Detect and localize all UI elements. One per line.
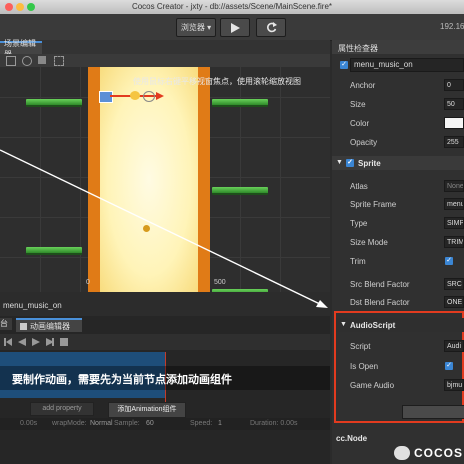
add-component-button[interactable] (402, 405, 464, 419)
node-name-input[interactable]: menu_music_on (350, 58, 464, 72)
platform-sprite[interactable] (212, 99, 268, 107)
anchor-label: Anchor (350, 81, 376, 90)
tab-animation-label: 动画编辑器 (30, 321, 70, 331)
wrapmode-label: wrapMode: (52, 420, 87, 427)
platform-sprite[interactable] (26, 247, 82, 255)
animation-icon (20, 322, 27, 330)
play-icon (231, 22, 240, 33)
color-label: Color (350, 119, 370, 128)
scene-hint: 使用鼠标右键平移视窗焦点，使用滚轮缩放视图 (133, 77, 301, 86)
tab-animation-editor[interactable]: 动画编辑器 (16, 318, 82, 332)
refresh-icon (266, 22, 277, 33)
rotate-tool-icon[interactable] (22, 56, 32, 66)
ruler-mark: 500 (214, 279, 226, 286)
animation-controls (0, 334, 330, 350)
add-property-button[interactable]: add property (30, 402, 94, 416)
scene-statusbar: menu_music_on (0, 292, 330, 316)
scene-canvas[interactable]: 0 500 (0, 67, 330, 292)
anchor-input[interactable]: 0 (444, 79, 464, 91)
platform-sprite[interactable] (26, 99, 82, 107)
selected-node-label: menu_music_on (3, 301, 62, 310)
ruler-mark: 0 (86, 279, 90, 286)
is-open-label: Is Open (350, 362, 379, 371)
size-label: Size (350, 100, 366, 109)
coin-sprite (143, 91, 155, 102)
scale-tool-icon[interactable] (38, 56, 46, 64)
watermark-text: COCOS (414, 446, 464, 460)
rect-tool-icon[interactable] (54, 56, 64, 66)
game-audio-field[interactable]: bjmu (444, 379, 464, 391)
play-button[interactable] (220, 18, 250, 37)
sprite-enabled-checkbox[interactable]: ✓ (346, 159, 354, 167)
properties-header: 属性检查器 (332, 40, 464, 54)
step-back-icon[interactable] (18, 338, 26, 346)
sprite-frame-label: Sprite Frame (350, 200, 397, 209)
chevron-down-icon[interactable]: ▼ (336, 159, 343, 166)
animation-caption-bar: 要制作动画，需要先为当前节点添加动画组件 (0, 366, 330, 390)
music-button-node[interactable] (99, 91, 113, 103)
speed-label: Speed: (190, 420, 213, 427)
sprite-frame-field[interactable]: menu (444, 198, 464, 210)
type-label: Type (350, 219, 368, 228)
main-toolbar: 浏览器 ▾ 192.168 (0, 14, 464, 41)
size-input[interactable]: 50 (444, 98, 464, 110)
move-tool-icon[interactable] (6, 56, 16, 66)
node-type-label: cc.Node (336, 434, 368, 443)
audioscript-component-header[interactable]: ▼ AudioScript (336, 318, 464, 332)
trim-checkbox[interactable]: ✓ (445, 257, 453, 265)
ip-address: 192.168 (440, 22, 464, 31)
sample-input[interactable]: 60 (146, 420, 154, 427)
wrapmode-select[interactable]: Normal (90, 420, 113, 427)
gizmo-arrow-icon[interactable] (156, 92, 164, 100)
watermark: COCOS (394, 444, 464, 464)
platform-sprite[interactable] (212, 187, 268, 195)
window-titlebar: Cocos Creator - jxty - db://assets/Scene… (0, 0, 464, 14)
play-icon[interactable] (32, 338, 40, 346)
node-active-checkbox[interactable]: ✓ (340, 61, 348, 69)
duration-label: Duration: 0.00s (250, 420, 298, 427)
trim-label: Trim (350, 257, 366, 266)
tab-scene-editor[interactable]: 场景编辑器 (0, 39, 42, 59)
dst-blend-label: Dst Blend Factor (350, 298, 410, 307)
chevron-down-icon[interactable]: ▼ (340, 321, 347, 328)
dst-blend-select[interactable]: ONE (444, 296, 464, 308)
speed-input[interactable]: 1 (218, 420, 222, 427)
time-label: 0.00s (20, 420, 38, 427)
opacity-label: Opacity (350, 138, 378, 147)
properties-title: 属性检查器 (338, 44, 378, 53)
scene-toolbar (0, 54, 330, 67)
skip-start-icon[interactable] (4, 338, 12, 346)
type-select[interactable]: SIMP (444, 217, 464, 229)
audioscript-component-title: AudioScript (350, 321, 396, 330)
atlas-label: Atlas (350, 182, 368, 191)
add-animation-component-button[interactable]: 添加Animation组件 (108, 402, 186, 418)
window-title: Cocos Creator - jxty - db://assets/Scene… (131, 2, 333, 11)
coin-sprite (130, 91, 140, 100)
script-field[interactable]: Audi (444, 340, 464, 352)
sprite-component-title: Sprite (358, 159, 381, 168)
color-swatch[interactable] (444, 117, 464, 129)
refresh-button[interactable] (256, 18, 286, 37)
animation-caption: 要制作动画，需要先为当前节点添加动画组件 (12, 374, 232, 386)
browser-dropdown[interactable]: 浏览器 ▾ (176, 18, 216, 37)
sprite-component-header[interactable]: ▼ ✓ Sprite (332, 156, 464, 170)
tab-console[interactable]: 台 (0, 318, 12, 330)
step-forward-icon[interactable] (46, 338, 54, 346)
game-audio-label: Game Audio (350, 381, 395, 390)
coin-sprite (143, 225, 150, 232)
src-blend-label: Src Blend Factor (350, 280, 410, 289)
wechat-icon (394, 446, 410, 460)
opacity-input[interactable]: 255 (444, 136, 464, 148)
atlas-field[interactable]: None (444, 180, 464, 192)
src-blend-select[interactable]: SRC (444, 278, 464, 290)
size-mode-label: Size Mode (350, 238, 388, 247)
is-open-checkbox[interactable]: ✓ (445, 362, 453, 370)
animation-settings-bar: 0.00s wrapMode: Normal Sample: 60 Speed:… (0, 418, 330, 430)
stop-icon[interactable] (60, 338, 68, 346)
size-mode-select[interactable]: TRIM (444, 236, 464, 248)
sample-label: Sample: (114, 420, 140, 427)
script-label: Script (350, 342, 371, 351)
